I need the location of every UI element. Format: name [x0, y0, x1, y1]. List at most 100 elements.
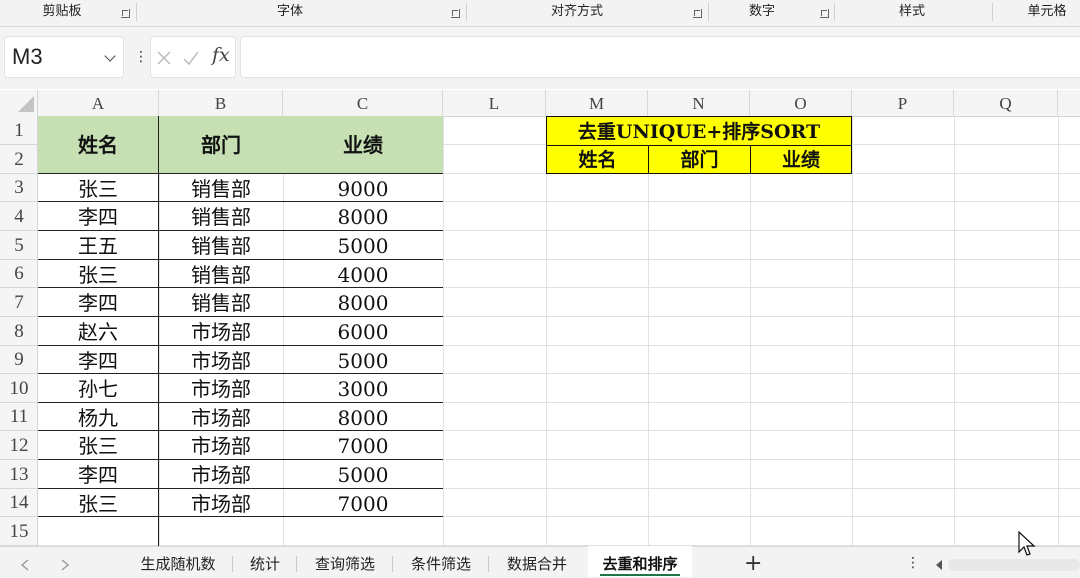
table-cell[interactable]: 市场部 [159, 489, 283, 517]
table-cell[interactable]: 李四 [38, 346, 159, 374]
ribbon-divider [466, 3, 467, 21]
table-cell[interactable]: 市场部 [159, 374, 283, 403]
result-header-name[interactable]: 姓名 [546, 145, 649, 174]
row-header[interactable]: 15 [0, 517, 38, 546]
tab-divider [488, 556, 489, 572]
table-cell[interactable]: 孙七 [38, 374, 159, 403]
clipboard-launcher-icon[interactable] [121, 9, 130, 18]
col-header-q[interactable]: Q [954, 90, 1058, 116]
ribbon-group-number: 数字 [748, 4, 775, 19]
table-cell[interactable]: 5000 [283, 460, 443, 489]
row-header[interactable]: 7 [0, 288, 38, 317]
select-all-corner[interactable] [0, 90, 38, 116]
table-cell[interactable]: 张三 [38, 431, 159, 460]
ribbon-group-cells: 单元格 [1027, 4, 1067, 19]
table-cell[interactable]: 7000 [283, 489, 443, 517]
font-launcher-icon[interactable] [451, 9, 460, 18]
table-cell[interactable]: 8000 [283, 288, 443, 317]
result-title-cell[interactable]: 去重UNIQUE+排序SORT [546, 116, 852, 146]
formula-input[interactable] [240, 36, 1080, 78]
sheet-tab-merge[interactable]: 数据合并 [496, 552, 578, 576]
row-header[interactable]: 3 [0, 174, 38, 202]
table-cell[interactable]: 5000 [283, 231, 443, 260]
table-cell[interactable]: 李四 [38, 202, 159, 231]
sheet-tab-dedupe-sort[interactable]: 去重和排序 [592, 552, 688, 576]
table-cell[interactable]: 市场部 [159, 317, 283, 346]
scroll-right-icon[interactable] [60, 558, 70, 572]
table-cell[interactable]: 王五 [38, 231, 159, 260]
row-header[interactable]: 13 [0, 460, 38, 489]
table-cell[interactable]: 张三 [38, 174, 159, 202]
cancel-icon[interactable] [156, 50, 172, 66]
table-cell[interactable]: 市场部 [159, 346, 283, 374]
table-cell[interactable]: 销售部 [159, 231, 283, 260]
row-header[interactable]: 12 [0, 431, 38, 460]
row-header[interactable]: 4 [0, 202, 38, 231]
row-header[interactable]: 11 [0, 403, 38, 431]
col-header-b[interactable]: B [159, 90, 283, 116]
table-cell[interactable]: 8000 [283, 403, 443, 431]
table-cell[interactable]: 3000 [283, 374, 443, 403]
table-cell[interactable]: 9000 [283, 174, 443, 202]
row-header[interactable]: 2 [0, 145, 38, 174]
row-header[interactable]: 5 [0, 231, 38, 260]
sheet-tab-query[interactable]: 查询筛选 [304, 552, 386, 576]
horizontal-scrollbar[interactable] [948, 559, 1080, 571]
col-header-n[interactable]: N [648, 90, 750, 116]
more-vertical-icon[interactable]: ⋮ [134, 50, 148, 64]
col-header-a[interactable]: A [38, 90, 159, 116]
confirm-check-icon[interactable] [182, 50, 200, 66]
tab-divider [392, 556, 393, 572]
table-cell[interactable]: 张三 [38, 489, 159, 517]
sheet-tab-filter[interactable]: 条件筛选 [400, 552, 482, 576]
table-cell[interactable]: 7000 [283, 431, 443, 460]
alignment-launcher-icon[interactable] [693, 9, 702, 18]
table-cell[interactable]: 5000 [283, 346, 443, 374]
header-cell-name[interactable]: 姓名 [38, 116, 159, 174]
number-launcher-icon[interactable] [820, 9, 829, 18]
table-cell[interactable]: 6000 [283, 317, 443, 346]
col-header-p[interactable]: P [852, 90, 954, 116]
table-cell[interactable]: 4000 [283, 260, 443, 288]
row-header[interactable]: 1 [0, 116, 38, 145]
table-cell[interactable]: 销售部 [159, 174, 283, 202]
table-cell[interactable]: 张三 [38, 260, 159, 288]
scroll-left-icon[interactable] [20, 558, 30, 572]
col-header-c[interactable]: C [283, 90, 443, 116]
row-header[interactable]: 8 [0, 317, 38, 346]
cell-border [158, 517, 159, 546]
grid-line [443, 116, 444, 545]
table-cell[interactable]: 杨九 [38, 403, 159, 431]
header-cell-dept[interactable]: 部门 [159, 116, 283, 174]
add-sheet-button[interactable]: + [744, 551, 762, 576]
table-cell[interactable]: 销售部 [159, 288, 283, 317]
table-cell[interactable]: 销售部 [159, 260, 283, 288]
grid-line [1058, 116, 1059, 545]
table-cell[interactable]: 市场部 [159, 431, 283, 460]
grid-line [648, 116, 649, 545]
sheet-tab-random[interactable]: 生成随机数 [128, 552, 228, 576]
row-header[interactable]: 9 [0, 346, 38, 374]
hscroll-left-icon[interactable] [934, 558, 944, 572]
row-header[interactable]: 10 [0, 374, 38, 403]
more-vertical-icon[interactable]: ⋮ [906, 556, 920, 570]
insert-function-icon[interactable]: fx [212, 44, 230, 66]
table-cell[interactable]: 销售部 [159, 202, 283, 231]
col-header-l[interactable]: L [443, 90, 546, 116]
table-cell[interactable]: 市场部 [159, 403, 283, 431]
row-header[interactable]: 14 [0, 489, 38, 517]
header-cell-score[interactable]: 业绩 [283, 116, 443, 174]
result-header-score[interactable]: 业绩 [750, 145, 852, 174]
table-cell[interactable]: 李四 [38, 288, 159, 317]
name-box-value: M3 [12, 44, 43, 69]
col-header-o[interactable]: O [750, 90, 852, 116]
table-cell[interactable]: 市场部 [159, 460, 283, 489]
sheet-tab-stats[interactable]: 统计 [240, 552, 290, 576]
col-header-m[interactable]: M [546, 90, 648, 116]
table-cell[interactable]: 赵六 [38, 317, 159, 346]
row-header[interactable]: 6 [0, 260, 38, 288]
result-header-dept[interactable]: 部门 [648, 145, 751, 174]
ribbon-group-styles: 样式 [898, 4, 925, 19]
table-cell[interactable]: 8000 [283, 202, 443, 231]
table-cell[interactable]: 李四 [38, 460, 159, 489]
